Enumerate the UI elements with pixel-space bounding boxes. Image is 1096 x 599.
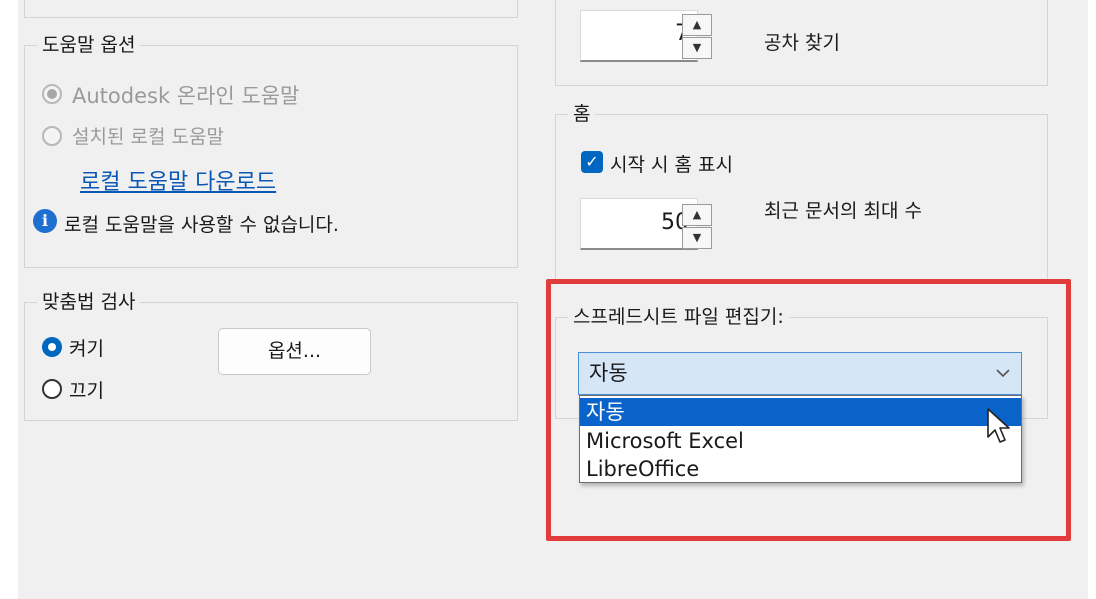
arrow-up-icon[interactable]: ▲ (682, 204, 712, 226)
arrow-down-icon[interactable]: ▼ (682, 37, 712, 59)
local-help-radio[interactable] (42, 126, 62, 146)
online-help-radio[interactable] (42, 84, 62, 104)
tolerance-field[interactable]: 7 (580, 10, 698, 62)
local-help-label: 설치된 로컬 도움말 (72, 126, 224, 148)
spell-check-off-label: 끄기 (69, 380, 104, 402)
info-icon: i (33, 209, 57, 233)
home-title: 홈 (568, 102, 596, 126)
spell-check-options-button[interactable]: 옵션... (218, 328, 371, 375)
spell-check-on-label: 켜기 (69, 338, 104, 360)
dropdown-option-libreoffice[interactable]: LibreOffice (580, 455, 1021, 483)
arrow-down-icon[interactable]: ▼ (682, 227, 712, 249)
recent-docs-field[interactable]: 50 (580, 198, 698, 250)
dropdown-option-auto[interactable]: 자동 (580, 398, 1021, 426)
recent-docs-label: 최근 문서의 최대 수 (764, 200, 922, 222)
spreadsheet-editor-dropdown-list: 자동 Microsoft Excel LibreOffice (579, 395, 1022, 483)
spreadsheet-editor-combobox[interactable]: 자동 (578, 352, 1022, 395)
checkmark-icon[interactable]: ✓ (581, 151, 603, 173)
arrow-up-icon[interactable]: ▲ (682, 14, 712, 36)
spell-check-on-radio[interactable] (42, 337, 62, 357)
online-help-label: Autodesk 온라인 도움말 (72, 84, 300, 108)
top-left-group-remnant (24, 0, 518, 18)
spell-check-title: 맞춤법 검사 (37, 290, 141, 314)
show-home-on-start-label: 시작 시 홈 표시 (610, 154, 733, 176)
help-options-title: 도움말 옵션 (37, 33, 141, 57)
info-message: 로컬 도움말을 사용할 수 없습니다. (64, 214, 339, 236)
combobox-selected-value: 자동 (589, 361, 628, 385)
tolerance-label: 공차 찾기 (764, 32, 840, 54)
mouse-pointer-icon (986, 407, 1012, 451)
download-local-help-link[interactable]: 로컬 도움말 다운로드 (80, 164, 276, 196)
dropdown-option-excel[interactable]: Microsoft Excel (580, 427, 1021, 455)
spell-check-off-radio[interactable] (42, 379, 62, 399)
